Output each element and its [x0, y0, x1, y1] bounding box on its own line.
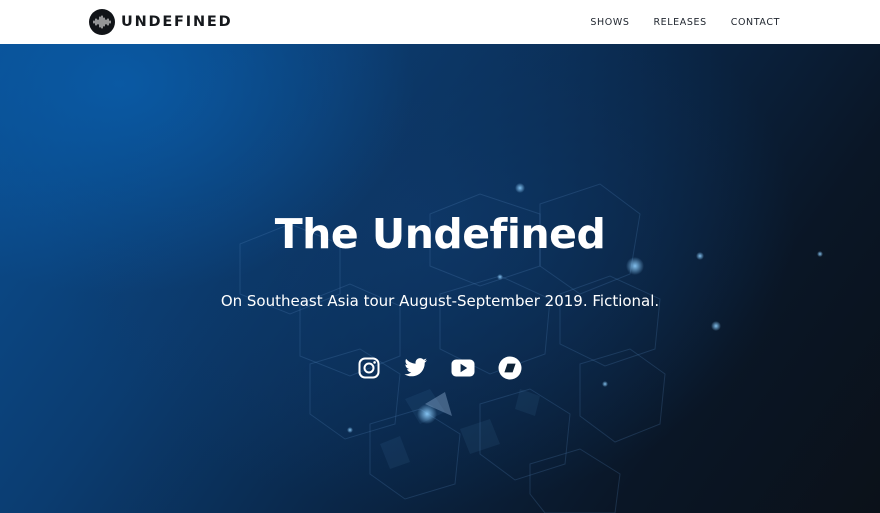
main-nav: SHOWS RELEASES CONTACT: [590, 0, 780, 44]
hero-background-art: [239, 183, 823, 513]
hero-section: The Undefined On Southeast Asia tour Aug…: [0, 44, 880, 513]
bandcamp-icon[interactable]: [498, 356, 522, 380]
site-logo[interactable]: UNDEFINED: [89, 9, 232, 35]
nav-link-contact[interactable]: CONTACT: [731, 17, 780, 28]
instagram-icon[interactable]: [357, 356, 381, 380]
hero-subtitle: On Southeast Asia tour August-September …: [220, 292, 660, 310]
twitter-icon[interactable]: [404, 356, 428, 380]
youtube-icon[interactable]: [451, 356, 475, 380]
social-links: [357, 356, 522, 380]
soundwave-logo-icon: [89, 9, 115, 35]
site-header: UNDEFINED SHOWS RELEASES CONTACT: [0, 0, 880, 44]
nav-link-shows[interactable]: SHOWS: [590, 17, 629, 28]
brand-name: UNDEFINED: [121, 14, 233, 30]
hero-title: The Undefined: [274, 210, 606, 258]
nav-link-releases[interactable]: RELEASES: [653, 17, 706, 28]
